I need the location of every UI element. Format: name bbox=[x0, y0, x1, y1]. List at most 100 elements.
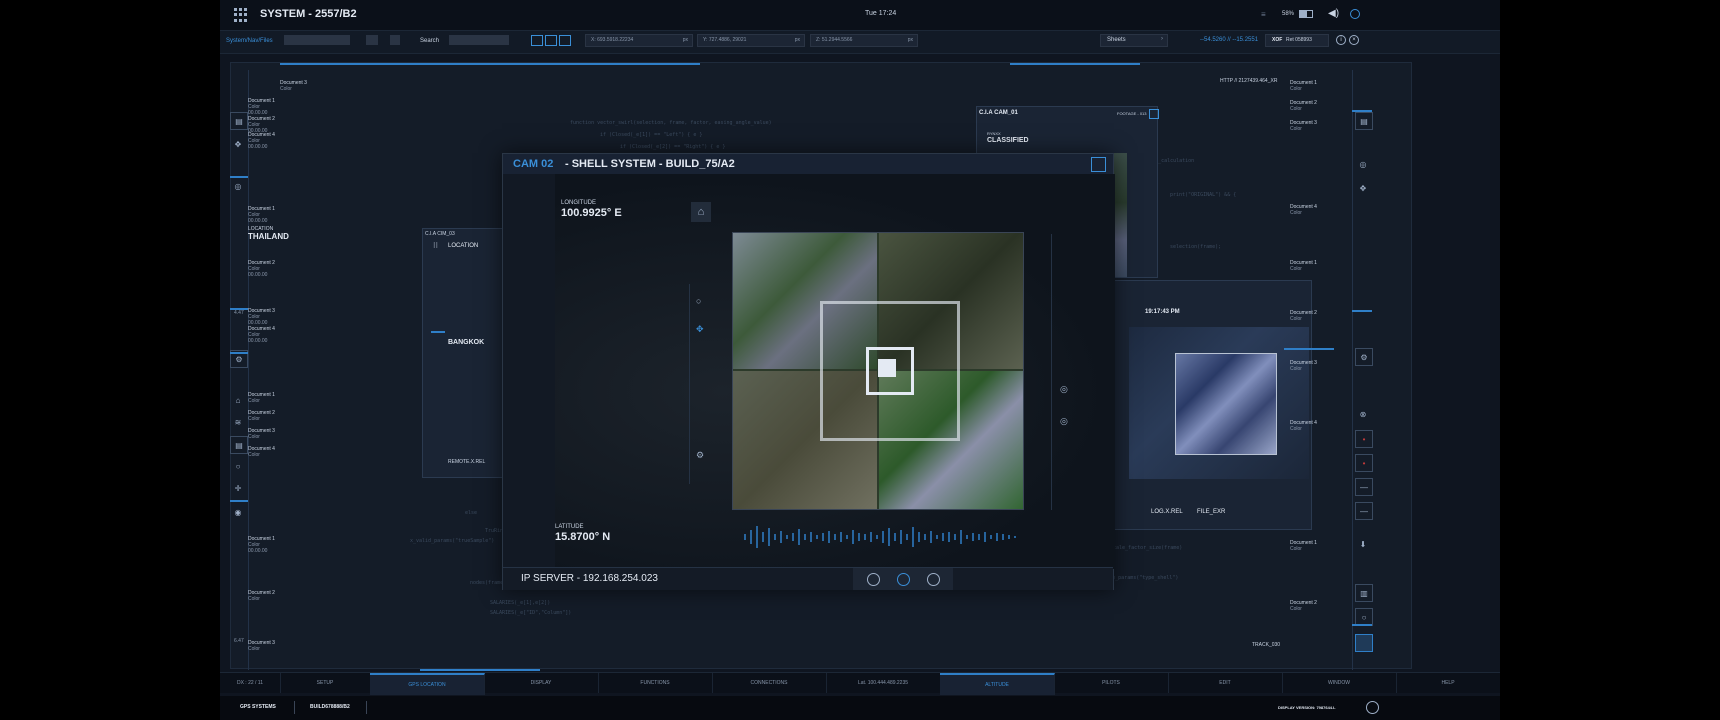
list-item[interactable]: Document 4 Color bbox=[248, 446, 275, 458]
list-item[interactable]: Document 2 Color 00.00.00 bbox=[248, 260, 275, 278]
tab-pilots[interactable]: PILOTS bbox=[1054, 673, 1169, 693]
tab-setup[interactable]: SETUP bbox=[280, 673, 371, 693]
dropdown-field-2[interactable] bbox=[390, 35, 400, 45]
alert-dot-icon[interactable]: • bbox=[1355, 430, 1373, 448]
tab-altitude[interactable]: ALTITUDE bbox=[940, 673, 1055, 695]
layout-icon-1[interactable] bbox=[531, 35, 543, 46]
list-item[interactable]: Document 1 Color 00.00.00 bbox=[248, 98, 275, 116]
coord-x-field[interactable]: X: 693.5918.22234 px bbox=[585, 34, 693, 47]
location-window[interactable]: C.I.A CIM_03 ⁝⁝ LOCATION BANGKOK REMOTE.… bbox=[422, 228, 504, 478]
list-item[interactable]: Document 1 Color bbox=[1290, 540, 1317, 552]
list-item[interactable]: Document 1 Color bbox=[248, 392, 275, 404]
move-icon[interactable]: ✥ bbox=[1355, 180, 1371, 196]
apps-grid-icon[interactable] bbox=[234, 8, 248, 22]
tab-connections[interactable]: CONNECTIONS bbox=[712, 673, 827, 693]
cam-right-pane: ◎ ◎ bbox=[1051, 234, 1080, 510]
search-input[interactable] bbox=[449, 35, 509, 45]
list-item[interactable]: Document 2 Color bbox=[1290, 600, 1317, 612]
list-item[interactable]: Document 1 Color bbox=[1290, 260, 1317, 272]
document-icon[interactable]: ▤ bbox=[230, 112, 248, 130]
left-accent-2 bbox=[230, 308, 248, 310]
list-item[interactable]: Document 4 Color bbox=[1290, 204, 1317, 216]
crosshair-icon[interactable]: ✛ bbox=[230, 480, 246, 496]
move-icon[interactable]: ✥ bbox=[230, 136, 246, 152]
settings-icon[interactable]: ⚙ bbox=[696, 450, 704, 461]
list-item[interactable]: Document 2 Color bbox=[1290, 310, 1317, 322]
layout-icon-2[interactable] bbox=[545, 35, 557, 46]
menu-icon[interactable]: ≡ bbox=[1261, 10, 1266, 19]
circle-icon[interactable]: ○ bbox=[230, 458, 246, 474]
camera-dot-1[interactable] bbox=[867, 573, 880, 586]
close-icon[interactable]: ⊗ bbox=[1355, 406, 1371, 422]
document-icon[interactable]: ▤ bbox=[1355, 112, 1373, 130]
target-icon[interactable]: ◎ bbox=[1355, 156, 1371, 172]
xof-field[interactable]: XOF Ret 058993 bbox=[1265, 34, 1329, 47]
battery-label: 58% bbox=[1282, 11, 1295, 17]
close-icon[interactable]: × bbox=[1349, 35, 1359, 45]
tab-edit[interactable]: EDIT bbox=[1168, 673, 1283, 693]
list-item[interactable]: Document 4 Color 00.00.00 bbox=[248, 326, 275, 344]
cam-window[interactable]: CAM 02 - SHELL SYSTEM - BUILD_75/A2 LONG… bbox=[502, 153, 1115, 590]
list-item[interactable]: Document 1 Color 00.00.00 bbox=[248, 206, 275, 224]
camera-dot-3[interactable] bbox=[927, 573, 940, 586]
code-line: else bbox=[465, 510, 478, 516]
minus-icon[interactable]: — bbox=[1355, 478, 1373, 496]
tab-window[interactable]: WINDOW bbox=[1282, 673, 1397, 693]
tab-help[interactable]: HELP bbox=[1396, 673, 1500, 693]
target-icon-2[interactable]: ◎ bbox=[1060, 416, 1068, 427]
tab-functions[interactable]: FUNCTIONS bbox=[598, 673, 713, 693]
list-item[interactable]: Document 4 Color 00.00.00 bbox=[248, 132, 275, 150]
list-item[interactable]: Document 2 Color bbox=[248, 410, 275, 422]
maximize-icon[interactable] bbox=[1091, 157, 1106, 172]
list-item[interactable]: Document 2 Color bbox=[1290, 100, 1317, 112]
home-icon[interactable]: ⌂ bbox=[230, 392, 246, 408]
breadcrumb[interactable]: System/Nav/Files bbox=[226, 38, 273, 44]
list-item[interactable]: Document 3 Color bbox=[248, 428, 275, 440]
file-icon[interactable]: ▤ bbox=[230, 436, 248, 454]
sheets-select[interactable]: Sheets › bbox=[1100, 34, 1168, 47]
list-item[interactable]: Document 3 Color bbox=[248, 640, 275, 652]
tab-display[interactable]: DISPLAY bbox=[484, 673, 599, 693]
tab-latitude[interactable]: Lat. 100.444.489.2235 bbox=[826, 673, 941, 693]
target-icon[interactable]: ◎ bbox=[230, 178, 246, 194]
list-item[interactable]: Document 3 Color 00.00.00 bbox=[248, 308, 275, 326]
map-time: 19:17:43 PM bbox=[1145, 309, 1180, 315]
system-title: SYSTEM - 2557/B2 bbox=[260, 8, 357, 20]
coord-y-field[interactable]: Y: 727.4886, 29021 px bbox=[697, 34, 805, 47]
path-field[interactable] bbox=[284, 35, 350, 45]
file-b[interactable]: FILE_EXR bbox=[1197, 509, 1225, 515]
list-item[interactable]: Document 3 Color bbox=[1290, 360, 1317, 372]
alert-dot-icon[interactable]: • bbox=[1355, 454, 1373, 472]
home-icon[interactable]: ⌂ bbox=[691, 202, 711, 222]
list-item[interactable]: Document 1 Color 00.00.00 bbox=[248, 536, 275, 554]
list-item[interactable]: Document 3 Color bbox=[280, 80, 307, 92]
expand-icon[interactable] bbox=[1149, 109, 1159, 119]
info-icon[interactable]: i bbox=[1336, 35, 1346, 45]
camera-selector bbox=[853, 568, 953, 590]
list-item[interactable]: Document 4 Color bbox=[1290, 420, 1317, 432]
dropdown-field[interactable] bbox=[366, 35, 378, 45]
camera-dot-2[interactable] bbox=[897, 573, 910, 586]
volume-icon[interactable]: ◀) bbox=[1328, 8, 1339, 19]
list-item[interactable]: Document 3 Color bbox=[1290, 120, 1317, 132]
right-accent-mid bbox=[1352, 310, 1372, 312]
right-doc-column: Document 1 Color Document 2 Color Document… bbox=[1280, 70, 1332, 670]
move-icon[interactable]: ✥ bbox=[696, 324, 704, 335]
file-a[interactable]: LOG.X.REL bbox=[1151, 509, 1183, 515]
top-bar: SYSTEM - 2557/B2 Tue 17:24 ≡ 58% ◀) bbox=[220, 0, 1500, 31]
record-icon[interactable]: ◉ bbox=[230, 504, 246, 520]
circle-icon[interactable]: ○ bbox=[696, 296, 701, 306]
power-icon[interactable] bbox=[1350, 9, 1360, 19]
tab-gps-location[interactable]: GPS LOCATION bbox=[370, 673, 485, 695]
settings-icon[interactable]: ⚙ bbox=[1355, 348, 1373, 366]
coord-z-field[interactable]: Z: 51.2944.5566 px bbox=[810, 34, 918, 47]
trash-icon[interactable]: ▥ bbox=[1355, 584, 1373, 602]
list-item[interactable]: Document 2 Color bbox=[248, 590, 275, 602]
layout-icon-3[interactable] bbox=[559, 35, 571, 46]
layers-icon[interactable]: ≋ bbox=[230, 414, 246, 430]
pin-icon[interactable]: ⬇ bbox=[1355, 536, 1371, 552]
minus-icon[interactable]: — bbox=[1355, 502, 1373, 520]
target-icon[interactable]: ◎ bbox=[1060, 384, 1068, 395]
highlight-box[interactable] bbox=[1355, 634, 1373, 652]
list-item[interactable]: Document 1 Color bbox=[1290, 80, 1317, 92]
